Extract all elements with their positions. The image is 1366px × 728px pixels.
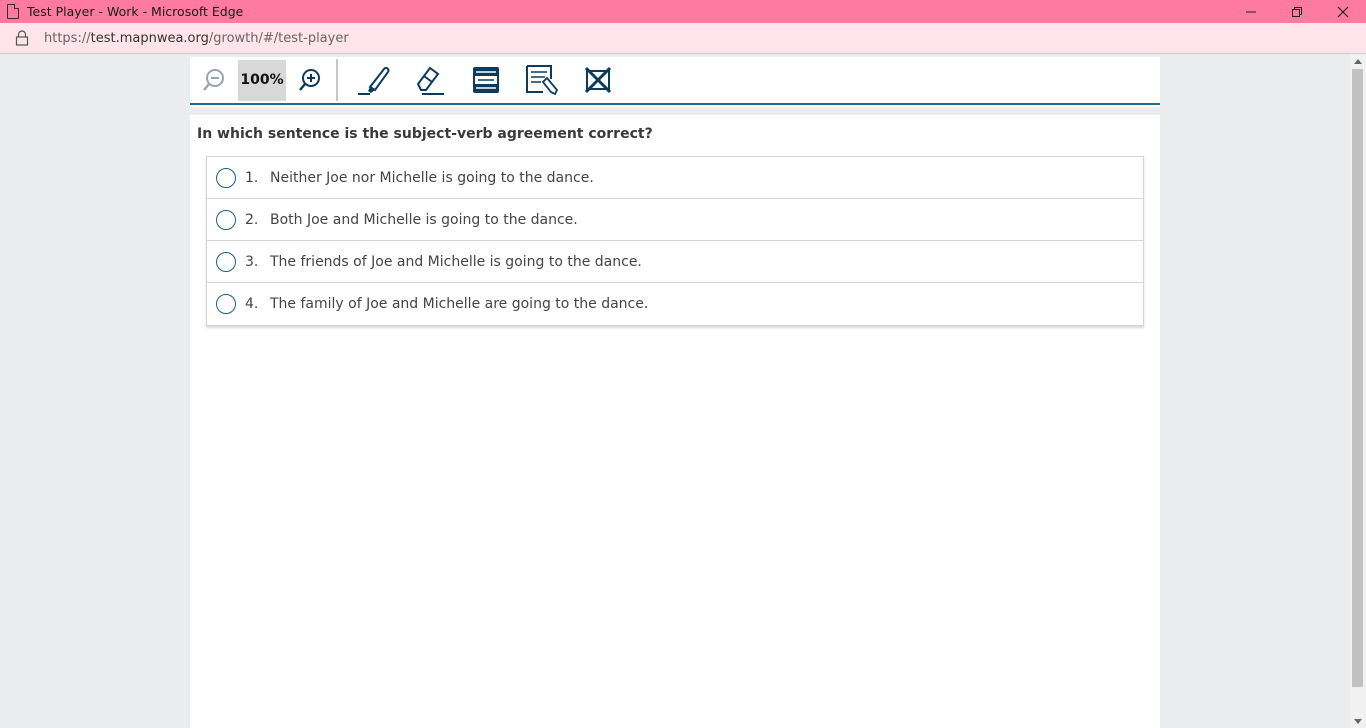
- line-guide-icon: [473, 67, 499, 93]
- radio-button[interactable]: [216, 167, 236, 188]
- radio-button[interactable]: [216, 209, 236, 230]
- close-icon: [1337, 6, 1349, 17]
- eraser-icon: [416, 66, 444, 95]
- radio-button[interactable]: [216, 251, 236, 272]
- choice-number: 4.: [245, 296, 259, 312]
- choice-text: The friends of Joe and Michelle is going…: [270, 253, 642, 270]
- answer-choice-3[interactable]: 3. The friends of Joe and Michelle is go…: [207, 241, 1143, 283]
- radio-button[interactable]: [216, 294, 236, 314]
- answer-choice-2[interactable]: 2. Both Joe and Michelle is going to the…: [207, 199, 1143, 241]
- zoom-in-button[interactable]: [286, 57, 334, 103]
- minimize-icon: [1246, 11, 1256, 12]
- notepad-icon: [526, 65, 559, 96]
- choice-text: Both Joe and Michelle is going to the da…: [270, 211, 578, 228]
- scroll-down-icon[interactable]: [1354, 719, 1362, 724]
- zoom-out-button[interactable]: [190, 57, 238, 103]
- highlighter-button[interactable]: [346, 57, 402, 103]
- choice-number: 3.: [245, 253, 259, 270]
- url-path: /growth/#/test-player: [208, 30, 349, 46]
- window-controls: [1228, 0, 1366, 23]
- page-scrollbar[interactable]: [1350, 54, 1366, 728]
- choice-number: 1.: [245, 169, 259, 186]
- choice-number: 2.: [245, 211, 259, 228]
- answer-choice-1[interactable]: 1. Neither Joe nor Michelle is going to …: [207, 157, 1143, 199]
- test-player: 100% In which sentence is the subject-ve…: [190, 57, 1160, 728]
- highlighter-icon: [358, 67, 390, 95]
- lock-icon: [15, 30, 29, 46]
- restore-button[interactable]: [1274, 0, 1320, 23]
- notepad-button[interactable]: [514, 57, 570, 103]
- zoom-in-icon: [299, 69, 320, 91]
- window-title: Test Player - Work - Microsoft Edge: [27, 4, 244, 19]
- zoom-level: 100%: [238, 59, 286, 101]
- question-prompt: In which sentence is the subject-verb ag…: [197, 126, 653, 142]
- test-toolbar: 100%: [190, 57, 1160, 105]
- scroll-up-icon[interactable]: [1354, 59, 1362, 64]
- close-button[interactable]: [1320, 0, 1366, 23]
- choice-text: Neither Joe nor Michelle is going to the…: [270, 169, 594, 186]
- eraser-button[interactable]: [402, 57, 458, 103]
- minimize-button[interactable]: [1228, 0, 1274, 23]
- url-scheme: https://: [44, 30, 91, 46]
- scrollbar-thumb[interactable]: [1352, 69, 1363, 687]
- answer-eliminator-icon: [584, 66, 612, 94]
- zoom-out-icon: [203, 69, 224, 91]
- answer-choice-4[interactable]: 4. The family of Joe and Michelle are go…: [207, 283, 1143, 325]
- address-bar[interactable]: https://test.mapnwea.org/growth/#/test-p…: [0, 23, 1366, 54]
- toolbar-gap: [190, 107, 1160, 115]
- window-titlebar: Test Player - Work - Microsoft Edge: [0, 0, 1366, 23]
- answer-choices: 1. Neither Joe nor Michelle is going to …: [206, 156, 1144, 326]
- line-guide-button[interactable]: [458, 57, 514, 103]
- url-text[interactable]: https://test.mapnwea.org/growth/#/test-p…: [44, 31, 349, 46]
- answer-eliminator-button[interactable]: [570, 57, 626, 103]
- toolbar-divider: [336, 59, 338, 101]
- url-host: test.mapnwea.org: [90, 30, 209, 46]
- page-icon: [7, 4, 19, 19]
- choice-text: The family of Joe and Michelle are going…: [270, 296, 649, 312]
- restore-icon: [1292, 6, 1302, 17]
